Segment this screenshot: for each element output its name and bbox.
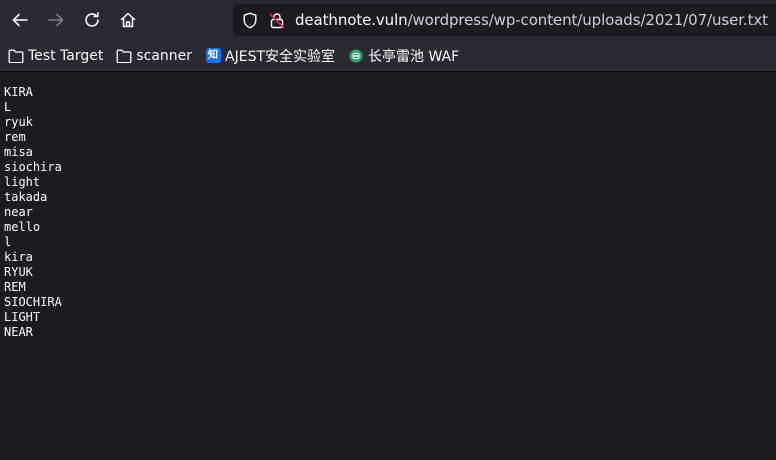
text-line: siochira	[4, 160, 62, 174]
reload-icon	[85, 12, 99, 27]
text-line: L	[4, 100, 12, 114]
text-line: REM	[4, 280, 26, 294]
bookmark-label: AJEST安全实验室	[225, 48, 336, 65]
text-line: light	[4, 175, 41, 189]
forward-button[interactable]	[38, 4, 74, 36]
bookmarks-toolbar: Test Target scanner 知 AJEST安全实验室 长亭雷池 WA…	[0, 40, 776, 72]
url-text[interactable]: deathnote.vuln/wordpress/wp-content/uplo…	[295, 11, 768, 29]
text-line: mello	[4, 220, 41, 234]
bookmark-scanner[interactable]: scanner	[108, 44, 197, 68]
arrow-right-icon	[48, 13, 64, 27]
text-line: rem	[4, 130, 26, 144]
text-line: LIGHT	[4, 310, 41, 324]
bookmark-label: Test Target	[28, 47, 104, 64]
home-icon	[120, 12, 136, 28]
text-line: takada	[4, 190, 48, 204]
text-line: misa	[4, 145, 33, 159]
plain-text-content: KIRA Lryuk rem misa siochira light takada near m…	[4, 85, 62, 340]
bookmark-test-target[interactable]: Test Target	[0, 44, 108, 68]
text-line: RYUK	[4, 265, 33, 279]
url-host: deathnote.vuln	[295, 11, 408, 29]
text-line: l	[4, 235, 12, 249]
bookmark-label: scanner	[136, 47, 193, 64]
url-path: /wordpress/wp-content/uploads/2021/07/us…	[407, 11, 768, 29]
text-line: SIOCHIRA	[4, 295, 62, 309]
home-button[interactable]	[110, 4, 146, 36]
text-line: ryuk	[4, 115, 33, 129]
zhihu-badge: 知	[205, 48, 221, 63]
safeline-icon	[348, 48, 364, 64]
bookmark-ajest[interactable]: 知 AJEST安全实验室	[197, 44, 340, 68]
back-button[interactable]	[2, 4, 38, 36]
bookmark-label: 长亭雷池 WAF	[368, 48, 460, 65]
insecure-lock-icon[interactable]	[268, 11, 286, 29]
reload-button[interactable]	[74, 4, 110, 36]
zhihu-icon: 知	[205, 48, 221, 64]
folder-icon	[116, 48, 132, 64]
text-line: KIRA	[4, 85, 33, 99]
folder-icon	[8, 48, 24, 64]
text-line: near	[4, 205, 33, 219]
bookmark-safeline-waf[interactable]: 长亭雷池 WAF	[340, 44, 464, 68]
browser-toolbar: deathnote.vuln/wordpress/wp-content/uplo…	[0, 0, 776, 40]
arrow-left-icon	[12, 13, 28, 27]
text-line: NEAR	[4, 325, 33, 339]
url-bar[interactable]: deathnote.vuln/wordpress/wp-content/uplo…	[233, 4, 776, 36]
text-line: kira	[4, 250, 33, 264]
tracking-protection-shield-icon[interactable]	[241, 11, 259, 29]
